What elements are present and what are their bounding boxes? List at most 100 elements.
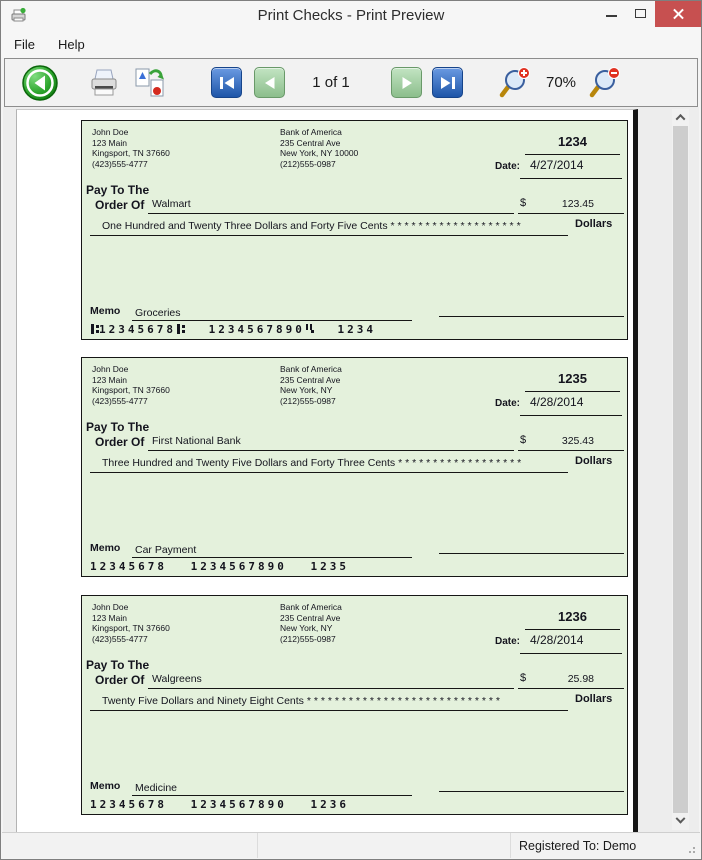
payee-line — [148, 688, 514, 689]
previous-page-button[interactable] — [254, 67, 285, 98]
payer-block: John Doe 123 Main Kingsport, TN 37660 (4… — [92, 602, 170, 644]
resize-grip[interactable] — [693, 851, 695, 853]
menu-bar: File Help — [1, 31, 701, 58]
status-panel-1 — [2, 833, 258, 858]
memo-value: Car Payment — [135, 544, 197, 556]
amount-words-line — [90, 710, 568, 711]
micr-check-number: 1236 — [310, 798, 349, 811]
check-number-line — [525, 391, 620, 392]
memo-line — [132, 795, 412, 796]
zoom-in-icon — [499, 66, 530, 97]
bank-phone: (212)555-0987 — [280, 395, 336, 406]
bank-block: Bank of America 235 Central Ave New York… — [280, 602, 342, 644]
payer-name: John Doe — [92, 602, 129, 612]
preview-area: John Doe 123 Main Kingsport, TN 37660 (4… — [3, 107, 699, 832]
date-label: Date: — [494, 161, 520, 172]
bank-block: Bank of America 235 Central Ave New York… — [280, 127, 358, 169]
title-bar: Print Checks - Print Preview — [1, 1, 701, 31]
bank-phone: (212)555-0987 — [280, 158, 336, 169]
scroll-up-button[interactable] — [672, 109, 689, 126]
payee-value: First National Bank — [152, 435, 241, 447]
back-button[interactable] — [21, 64, 59, 102]
memo-value: Groceries — [135, 307, 181, 319]
micr-account: 1234567890 — [209, 323, 314, 336]
maximize-button[interactable] — [626, 1, 655, 27]
bank-street: 235 Central Ave — [280, 612, 341, 623]
amount-value: 325.43 — [561, 435, 594, 447]
amount-words: Twenty Five Dollars and Ninety Eight Cen… — [102, 695, 501, 707]
zoom-level: 70% — [545, 74, 577, 91]
status-bar: Registered To: Demo — [2, 832, 700, 858]
check: John Doe 123 Main Kingsport, TN 37660 (4… — [81, 595, 628, 815]
previous-page-icon — [264, 76, 274, 89]
scroll-down-button[interactable] — [672, 813, 689, 830]
last-page-button[interactable] — [432, 67, 463, 98]
pay-to-label: Pay To The Order Of — [86, 183, 150, 212]
bank-name: Bank of America — [280, 602, 342, 612]
last-page-icon — [440, 76, 455, 89]
date-line — [520, 415, 622, 416]
page: John Doe 123 Main Kingsport, TN 37660 (4… — [16, 109, 638, 832]
next-page-icon — [402, 76, 412, 89]
memo-line — [132, 557, 412, 558]
window-title: Print Checks - Print Preview — [257, 7, 445, 24]
payer-city: Kingsport, TN 37660 — [92, 623, 170, 633]
amount-line — [518, 688, 624, 689]
memo-label: Memo — [90, 305, 121, 317]
bank-name: Bank of America — [280, 127, 342, 137]
amount-line — [518, 450, 624, 451]
chevron-up-icon — [675, 113, 686, 124]
scrollbar-thumb[interactable] — [673, 126, 688, 813]
memo-value: Medicine — [135, 782, 178, 794]
bank-city: New York, NY 10000 — [280, 148, 359, 158]
zoom-in-button[interactable] — [499, 66, 531, 99]
minimize-button[interactable] — [597, 1, 626, 27]
date-value: 4/28/2014 — [530, 633, 584, 647]
next-page-button[interactable] — [391, 67, 422, 98]
bank-phone: (212)555-0987 — [280, 633, 336, 644]
check-number: 1235 — [558, 371, 587, 386]
date-label: Date: — [494, 398, 520, 409]
bank-street: 235 Central Ave — [280, 137, 341, 148]
pay-to-label: Pay To The Order Of — [86, 658, 150, 687]
date-label: Date: — [494, 636, 520, 647]
menu-file[interactable]: File — [14, 37, 35, 52]
signature-line — [439, 553, 624, 554]
payer-phone: (423)555-4777 — [92, 395, 148, 406]
check: John Doe 123 Main Kingsport, TN 37660 (4… — [81, 120, 628, 340]
micr-routing: 12345678 — [90, 323, 185, 336]
registered-to-text: Registered To: Demo — [519, 838, 637, 853]
amount-words: Three Hundred and Twenty Five Dollars an… — [102, 457, 522, 469]
zoom-out-button[interactable] — [589, 66, 621, 99]
date-line — [520, 653, 622, 654]
bank-city: New York, NY — [280, 623, 333, 633]
check-number: 1234 — [558, 134, 587, 149]
vertical-scrollbar[interactable] — [672, 109, 689, 830]
menu-help[interactable]: Help — [58, 37, 85, 52]
micr-line: 12345678 1234567890 1236 — [90, 798, 363, 811]
payer-street: 123 Main — [92, 137, 127, 148]
back-icon — [22, 64, 58, 101]
date-value: 4/27/2014 — [530, 158, 584, 172]
check: John Doe 123 Main Kingsport, TN 37660 (4… — [81, 357, 628, 577]
payer-block: John Doe 123 Main Kingsport, TN 37660 (4… — [92, 364, 170, 406]
status-panel-2 — [258, 833, 511, 858]
check-number-line — [525, 629, 620, 630]
payer-street: 123 Main — [92, 374, 127, 385]
dollars-label: Dollars — [575, 218, 613, 230]
payer-name: John Doe — [92, 364, 129, 374]
print-button[interactable] — [87, 66, 121, 100]
amount-value: 25.98 — [567, 673, 594, 685]
check-number: 1236 — [558, 609, 587, 624]
memo-label: Memo — [90, 542, 121, 554]
export-image-button[interactable] — [133, 66, 167, 100]
micr-account: 1234567890 — [190, 560, 287, 573]
payer-city: Kingsport, TN 37660 — [92, 148, 170, 158]
date-value: 4/28/2014 — [530, 395, 584, 409]
minimize-icon — [606, 15, 617, 17]
close-button[interactable] — [655, 1, 701, 27]
first-page-button[interactable] — [211, 67, 242, 98]
bank-street: 235 Central Ave — [280, 374, 341, 385]
payee-line — [148, 450, 514, 451]
check-number-line — [525, 154, 620, 155]
